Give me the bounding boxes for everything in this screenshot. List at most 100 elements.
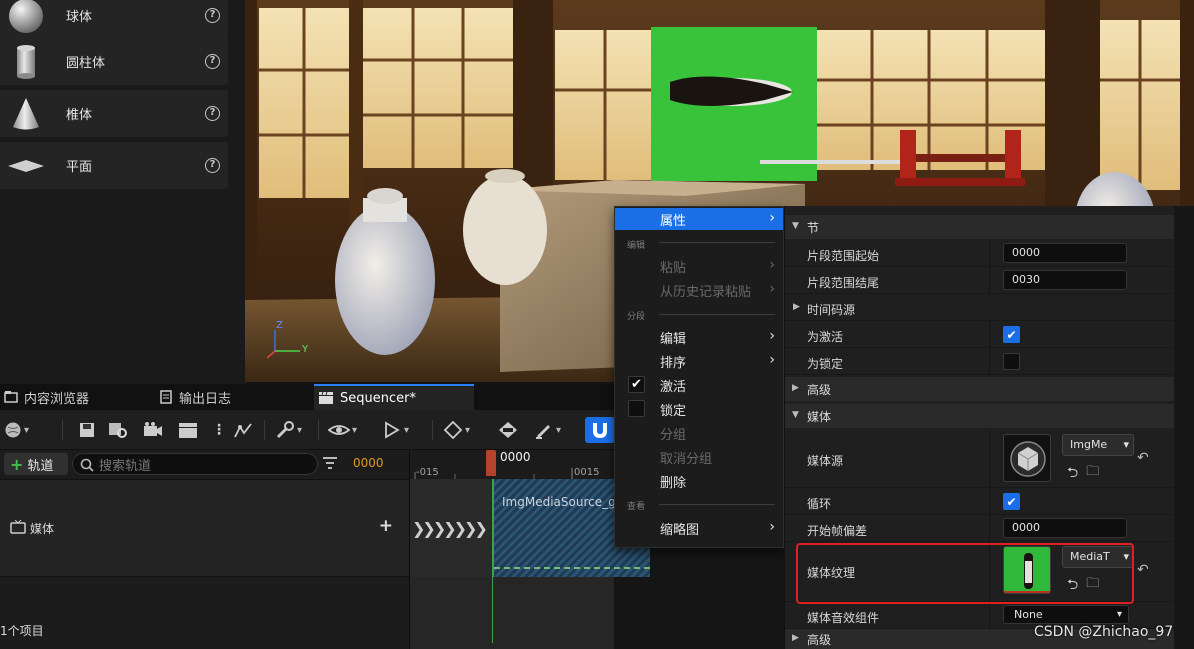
auto-key-button[interactable] [497, 420, 519, 440]
range-start-field[interactable]: 0000 [1003, 243, 1127, 263]
menu-item-sort[interactable]: 排序 › [615, 350, 783, 372]
chevron-right-icon: › [769, 257, 775, 273]
add-track-label: 轨道 [27, 458, 54, 474]
collapsed-arrow-icon: ▶ [793, 302, 800, 312]
tab-sequencer[interactable]: Sequencer* [314, 384, 474, 410]
hierarchy-button[interactable] [232, 420, 254, 440]
category-section[interactable]: ▼ 节 [785, 215, 1175, 239]
tab-label: Sequencer* [340, 390, 416, 406]
help-icon[interactable]: ? [205, 8, 220, 23]
is-locked-checkbox[interactable] [1003, 353, 1020, 370]
menu-item-properties[interactable]: 属性 › [615, 208, 783, 230]
toolbar-divider [264, 420, 265, 440]
more-options-button[interactable]: ⋮ [212, 420, 226, 440]
chevron-right-icon: › [769, 352, 775, 368]
prop-loop: 循环 ✔ [785, 488, 1175, 515]
range-end-field[interactable]: 0030 [1003, 270, 1127, 290]
actor-item-plane[interactable]: 平面 ? [0, 142, 228, 189]
actor-item-cone[interactable]: 椎体 ? [0, 90, 228, 137]
wrench-icon [276, 421, 294, 439]
prop-range-end: 片段范围结尾 0030 [785, 267, 1175, 294]
view-options-dropdown[interactable]: ▾ [328, 420, 357, 440]
chevron-down-icon: ▾ [24, 424, 30, 436]
render-movie-button[interactable] [143, 420, 163, 440]
help-icon[interactable]: ? [205, 106, 220, 121]
menu-item-active[interactable]: ✔ 激活 [615, 374, 783, 396]
use-selected-arrow-icon[interactable]: ⮌ [1067, 462, 1078, 486]
menu-item-delete[interactable]: 删除 [615, 470, 783, 492]
menu-item-thumbnail[interactable]: 缩略图 › [615, 517, 783, 539]
tab-label: 输出日志 [179, 391, 232, 407]
plane-icon [8, 160, 44, 172]
is-active-checkbox[interactable]: ✔ [1003, 326, 1020, 343]
world-dropdown[interactable]: ▾ [4, 420, 29, 440]
prop-label: 开始帧偏差 [807, 524, 868, 538]
chevron-right-icon: › [769, 519, 775, 535]
actor-item-sphere[interactable]: 球体 ? [0, 0, 228, 39]
add-track-button[interactable]: + 轨道 [4, 453, 68, 475]
prop-is-active: 为激活 ✔ [785, 321, 1175, 348]
sequencer-timeline[interactable]: -015 0015 0000 ❯❯❯❯❯❯❯ ImgMediaSource_gi [409, 450, 650, 649]
menu-section-header: 分段 [627, 312, 646, 322]
playhead-handle[interactable] [486, 450, 496, 476]
menu-item-lock[interactable]: 锁定 [615, 398, 783, 420]
reset-to-default-icon[interactable]: ↶ [1137, 562, 1149, 578]
reset-to-default-icon[interactable]: ↶ [1137, 450, 1149, 466]
category-label: 高级 [807, 632, 832, 647]
combo-value: None [1014, 608, 1043, 621]
category-advanced[interactable]: ▶ 高级 [785, 377, 1175, 401]
tick-label: -015 [416, 467, 439, 478]
tab-label: 内容浏览器 [24, 391, 90, 407]
filter-icon[interactable] [322, 456, 338, 470]
help-icon[interactable]: ? [205, 158, 220, 173]
browse-icon [109, 423, 127, 438]
prop-label: 时间码源 [807, 303, 856, 317]
menu-item-label: 锁定 [660, 403, 687, 419]
media-source-combo[interactable]: ImgMe ▾ [1062, 434, 1134, 456]
tools-dropdown[interactable]: ▾ [275, 420, 302, 440]
start-offset-field[interactable]: 0000 [1003, 518, 1127, 538]
help-icon[interactable]: ? [205, 54, 220, 69]
key-interp-dropdown[interactable]: ▾ [443, 420, 470, 440]
clapper-button[interactable] [178, 420, 198, 440]
column-divider [989, 348, 990, 374]
find-in-browser-button[interactable] [108, 420, 128, 440]
chevron-down-icon: ▾ [1116, 609, 1122, 620]
camera-icon [144, 422, 162, 436]
plus-icon: + [10, 454, 24, 474]
tab-output-log[interactable]: 输出日志 [155, 384, 310, 410]
playback-options-dropdown[interactable]: ▾ [382, 420, 409, 440]
chevrons-right-icon: ❯❯❯❯❯❯❯ [412, 519, 488, 538]
clapperboard-icon [319, 391, 333, 404]
actor-item-cylinder[interactable]: 圆柱体 ? [0, 38, 228, 85]
track-search-input[interactable]: 搜索轨道 [72, 453, 318, 475]
prop-label: 片段范围起始 [807, 249, 880, 263]
media-source-thumbnail[interactable] [1003, 434, 1051, 482]
save-button[interactable] [78, 420, 96, 440]
menu-item-label: 取消分组 [660, 451, 713, 467]
menu-item-label: 编辑 [660, 331, 687, 347]
prop-timecode-source[interactable]: ▶ 时间码源 [785, 294, 1175, 321]
cylinder-icon [17, 45, 35, 79]
column-divider [989, 488, 990, 514]
add-section-plus-icon[interactable]: + [379, 516, 393, 536]
key-icon [499, 422, 517, 438]
details-scrollbar[interactable] [1174, 206, 1194, 649]
browse-folder-icon[interactable]: 🗀 [1086, 462, 1099, 486]
category-media[interactable]: ▼ 媒体 [785, 404, 1175, 428]
sound-component-combo[interactable]: None ▾ [1003, 605, 1129, 624]
current-time-readout[interactable]: 0000 [353, 456, 384, 470]
loop-checkbox[interactable]: ✔ [1003, 493, 1020, 510]
tab-content-browser[interactable]: 内容浏览器 [0, 384, 150, 410]
menu-item-paste: 粘贴 › [615, 255, 783, 277]
output-log-icon [160, 390, 172, 404]
edit-mode-dropdown[interactable]: ▾ [534, 420, 561, 440]
menu-item-label: 缩略图 [660, 522, 700, 538]
section-label: ImgMediaSource_gi [502, 495, 620, 509]
menu-item-edit[interactable]: 编辑 › [615, 326, 783, 348]
snap-toggle-button[interactable] [585, 417, 615, 443]
clapper-icon [179, 423, 197, 438]
magnet-icon [593, 423, 607, 438]
media-track-row[interactable]: 媒体 + [0, 479, 409, 577]
globe-icon [5, 422, 21, 438]
